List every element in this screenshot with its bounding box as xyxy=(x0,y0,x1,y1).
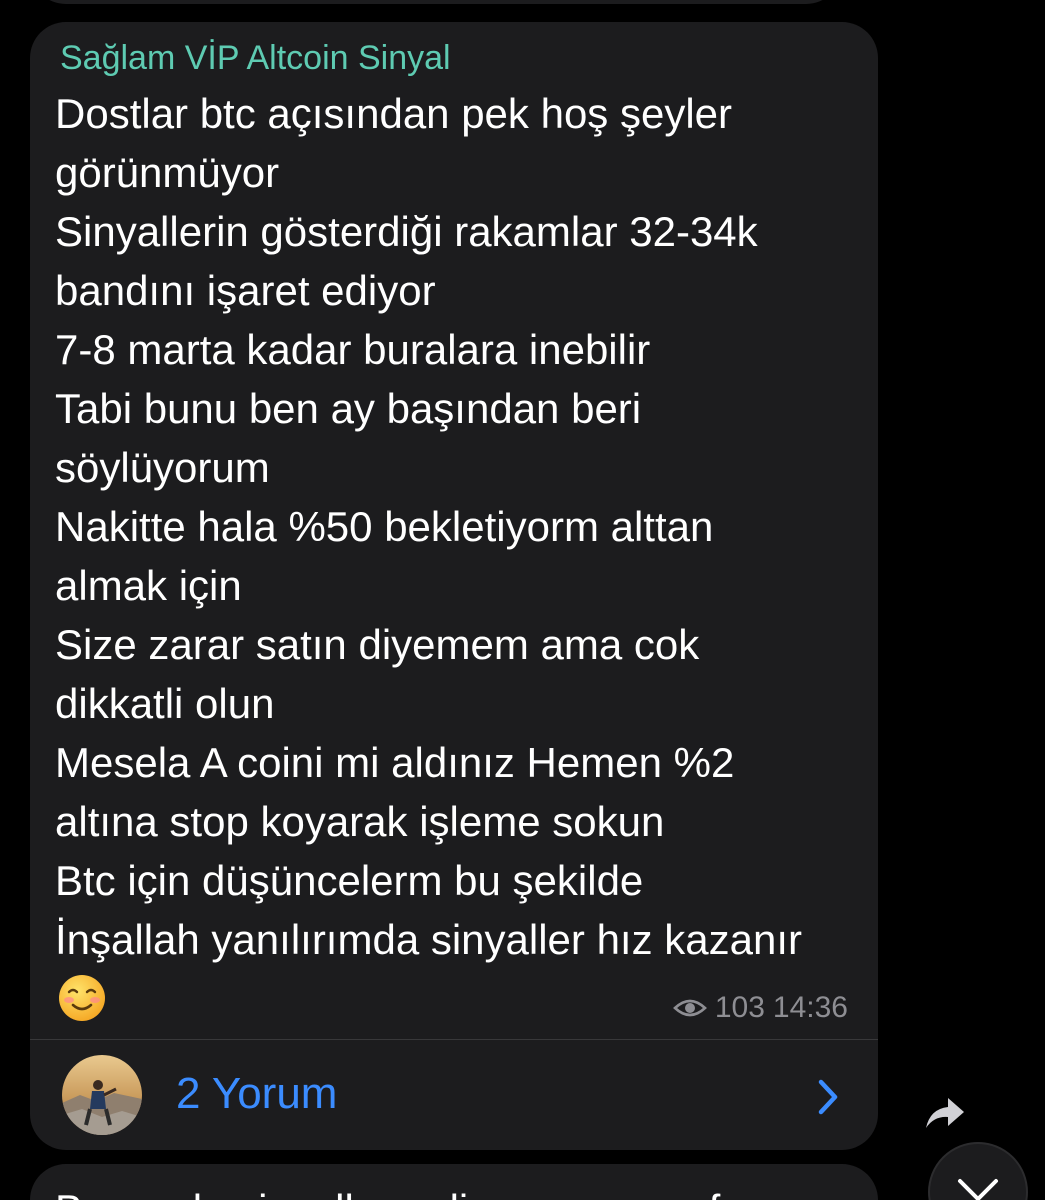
message-line: bandını işaret ediyor xyxy=(55,267,436,314)
sender-name[interactable]: Sağlam VİP Altcoin Sinyal xyxy=(60,38,451,78)
eye-icon xyxy=(672,999,707,1017)
message-line: dikkatli olun xyxy=(55,680,275,727)
view-count: 103 xyxy=(714,991,765,1024)
message-line: Dostlar btc açısından pek hoş şeyler xyxy=(55,90,733,137)
message-line: Btc için düşüncelerm bu şekilde xyxy=(55,857,644,904)
message-line: Mesela A coini mi aldınız Hemen %2 xyxy=(55,739,735,786)
message-line: Tabi bunu ben ay başından beri xyxy=(55,385,642,432)
user-avatar-icon xyxy=(62,1055,142,1135)
share-icon[interactable] xyxy=(922,1090,968,1136)
message-time: 14:36 xyxy=(772,991,848,1024)
message-text: Dostlar btc açısından pek hoş şeyler gör… xyxy=(55,84,855,1028)
message-line: 7-8 marta kadar buralara inebilir xyxy=(55,326,651,373)
message-line: söylüyorum xyxy=(55,444,270,491)
chat-screen: Sağlam VİP Altcoin Sinyal Dostlar btc aç… xyxy=(0,0,1045,1200)
channel-message-bubble[interactable]: Sağlam VİP Altcoin Sinyal Dostlar btc aç… xyxy=(30,22,878,1150)
smiling-face-emoji-icon xyxy=(59,975,105,1021)
message-line: İnşallah yanılırımda sinyaller hız kazan… xyxy=(55,916,802,963)
message-line: altına stop koyarak işleme sokun xyxy=(55,798,665,845)
message-line: Size zarar satın diyemem ama cok xyxy=(55,621,700,668)
message-line: Nakitte hala %50 bekletiyorm alttan xyxy=(55,503,714,550)
avatar xyxy=(62,1055,142,1135)
chevron-down-icon xyxy=(958,1179,998,1200)
comments-button[interactable]: 2 Yorum xyxy=(30,1040,878,1150)
previous-message-bubble[interactable] xyxy=(30,0,842,4)
scroll-down-button[interactable] xyxy=(928,1142,1028,1200)
message-line: almak için xyxy=(55,562,242,609)
comments-count-label: 2 Yorum xyxy=(176,1069,338,1118)
message-line: görünmüyor xyxy=(55,149,280,196)
next-message-text: Bu arada sinyaller geliyor ama zayıf xyxy=(55,1180,720,1200)
message-line: Sinyallerin gösterdiği rakamlar 32-34k xyxy=(55,208,758,255)
message-meta: 103 14:36 xyxy=(672,990,848,1026)
next-message-bubble[interactable]: Bu arada sinyaller geliyor ama zayıf xyxy=(30,1164,878,1200)
chevron-right-icon xyxy=(818,1079,838,1115)
